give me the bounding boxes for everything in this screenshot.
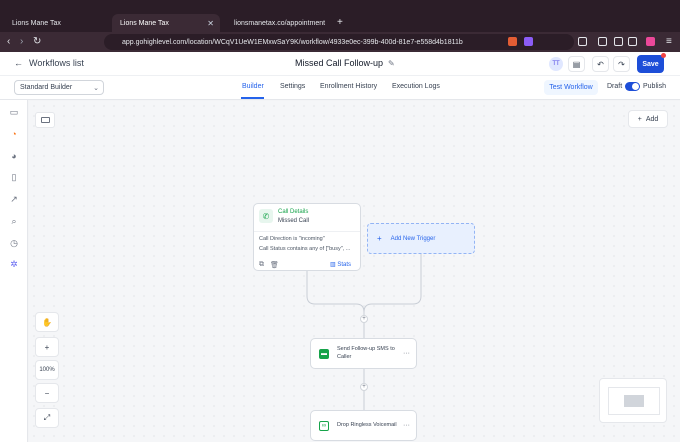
- zoom-level: 100%: [35, 360, 59, 380]
- add-label: Add: [645, 115, 659, 123]
- zoom-in-button[interactable]: +: [35, 337, 59, 357]
- panel-icon: [40, 117, 50, 123]
- trigger-node[interactable]: ✆ Call Details Missed Call Call Directio…: [253, 203, 361, 271]
- add-trigger-label: Add New Trigger: [390, 235, 436, 242]
- add-new-trigger-button[interactable]: + Add New Trigger: [367, 223, 475, 254]
- minimap-nodes: [624, 395, 644, 407]
- trash-icon[interactable]: 🗑: [270, 261, 279, 269]
- phone-icon: ✆: [259, 209, 273, 223]
- trigger-condition: Call Direction is "incoming": [259, 236, 325, 242]
- action-label: Drop Ringless Voicemail: [337, 421, 397, 428]
- stats-label: Stats: [337, 262, 352, 268]
- copy-icon[interactable]: ⧉: [259, 261, 264, 269]
- message-icon: ▬: [319, 348, 329, 359]
- action-node[interactable]: ∞ Drop Ringless Voicemail ···: [310, 410, 417, 441]
- stats-link[interactable]: ▥ Stats: [330, 261, 351, 268]
- voicemail-icon: ∞: [319, 420, 329, 431]
- trigger-subtitle: Missed Call: [278, 218, 310, 224]
- add-step-plus[interactable]: +: [360, 383, 368, 391]
- bar-chart-icon: ▥: [330, 262, 336, 268]
- trigger-condition: Call Status contains any of ["busy", ...: [259, 246, 351, 252]
- action-label: Send Follow-up SMS to Caller: [337, 346, 395, 360]
- add-step-plus[interactable]: +: [360, 315, 368, 323]
- panel-toggle-button[interactable]: [35, 112, 55, 128]
- pan-hand-icon[interactable]: ✋: [35, 312, 59, 332]
- action-node[interactable]: ▬ Send Follow-up SMS to Caller ···: [310, 338, 417, 369]
- trigger-title: Call Details: [278, 209, 309, 215]
- plus-icon: +: [377, 234, 382, 243]
- fit-view-icon[interactable]: ⤢: [35, 408, 59, 428]
- zoom-out-button[interactable]: −: [35, 383, 59, 403]
- more-options-icon[interactable]: ···: [403, 350, 410, 357]
- add-button[interactable]: + Add: [628, 110, 668, 128]
- minimap[interactable]: [599, 378, 667, 423]
- plus-icon: +: [637, 115, 642, 123]
- more-options-icon[interactable]: ···: [403, 422, 410, 429]
- divider: [254, 231, 360, 232]
